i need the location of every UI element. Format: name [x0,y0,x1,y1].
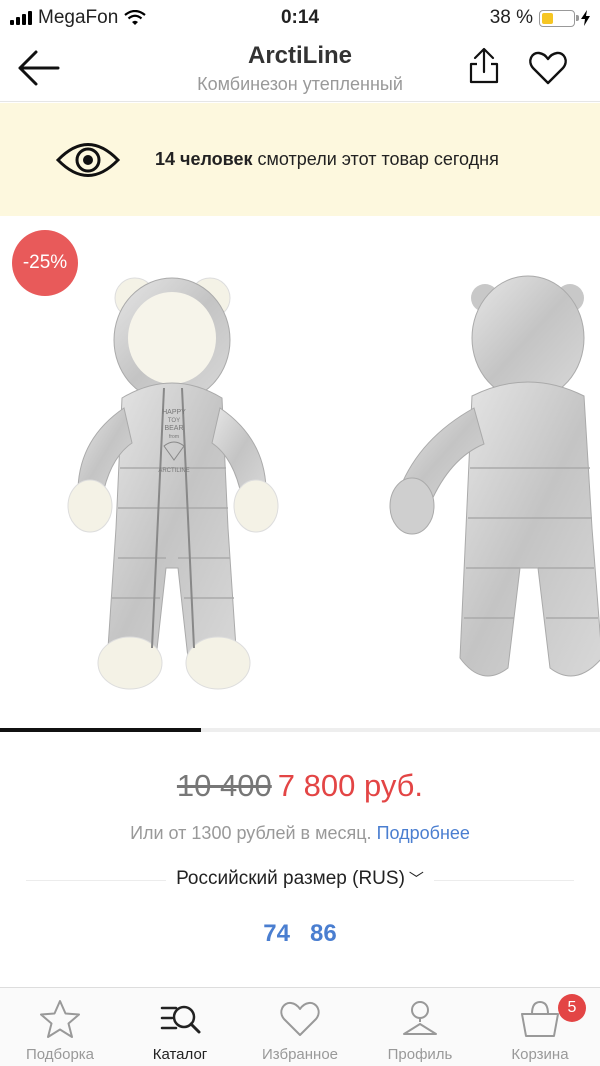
tab-catalog[interactable]: Каталог [120,988,240,1066]
tab-profile[interactable]: Профиль [360,988,480,1066]
emblem-line-2: TOY [168,418,180,424]
basket-icon [521,1000,559,1037]
cart-count-badge: 5 [558,994,586,1022]
tab-favorites[interactable]: Избранное [240,988,360,1066]
share-icon [469,47,499,84]
tab-label-cart: Корзина [511,1046,569,1063]
gallery-progress [0,728,600,732]
share-button[interactable] [466,46,502,86]
brand-title: ArctiLine [247,42,352,69]
catalog-search-icon [160,1005,201,1034]
tab-podborka[interactable]: Подборка [0,988,120,1066]
size-system-selector[interactable]: Российский размер (RUS) ﹀ [166,868,434,890]
chevron-down-icon: ﹀ [408,871,424,888]
battery-info: 38 % [490,7,590,29]
product-photo-front[interactable]: HAPPY TOY BEAR from ARCTILINE [60,268,350,708]
gallery-progress-fill [0,728,201,732]
tab-label-favorites: Избранное [261,1046,339,1063]
tab-label-podborka: Подборка [25,1046,95,1063]
emblem-line-3: BEAR [164,425,183,432]
favorite-button[interactable] [528,50,568,86]
battery-percent: 38 % [489,7,533,28]
size-options: 74 86 [0,920,600,948]
tab-label-profile: Профиль [387,1046,453,1063]
views-count: 14 человек [155,149,253,169]
tab-label-catalog: Каталог [152,1046,208,1063]
heart-icon [280,1001,320,1036]
old-price: 10 400 [176,768,272,803]
installment-more-link[interactable]: Подробнее [377,823,470,843]
views-banner: 14 человек смотрели этот товар сегодня [0,103,600,216]
product-photo-back[interactable] [380,268,600,708]
eye-icon [56,143,120,177]
status-bar: MegaFon 0:14 38 % [0,0,600,36]
heart-icon [529,51,567,85]
charging-icon [581,10,590,26]
size-selector-row: Российский размер (RUS) ﹀ [0,868,600,890]
size-option-86[interactable]: 86 [310,920,337,947]
new-price: 7 800 руб. [277,768,424,803]
views-text: 14 человек смотрели этот товар сегодня [155,149,499,170]
profile-icon [403,1001,437,1035]
installment-text: Или от 1300 рублей в месяц. [130,823,377,843]
emblem-line-4: from [169,434,179,440]
star-icon [40,1000,80,1038]
emblem-line-5: ARCTILINE [158,468,189,474]
tab-bar: Подборка Каталог Избранное Профиль 5 Кор… [0,987,600,1066]
installment-info: Или от 1300 рублей в месяц. Подробнее [0,823,600,844]
size-option-74[interactable]: 74 [263,920,290,947]
views-rest: смотрели этот товар сегодня [252,149,499,169]
product-header: ArctiLine Комбинезон утепленный [0,36,600,102]
battery-icon [539,9,579,27]
tab-cart[interactable]: 5 Корзина [480,988,600,1066]
price-row: 10 400 7 800 руб. [0,768,600,804]
size-system-label: Российский размер (RUS) [176,868,405,889]
emblem-line-1: HAPPY [162,409,186,416]
discount-badge: -25% [12,230,78,296]
product-subtitle: Комбинезон утепленный [197,74,403,94]
product-gallery[interactable]: HAPPY TOY BEAR from ARCTILINE -25% [0,216,600,736]
